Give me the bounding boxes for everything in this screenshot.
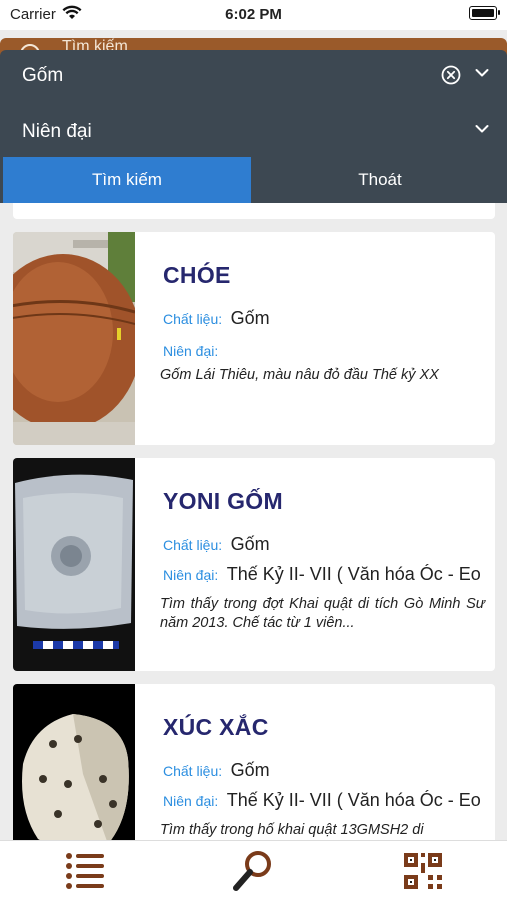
- period-value: Thế Kỷ II- VII ( Văn hóa Óc - Eo: [226, 564, 481, 584]
- item-description: Tìm thấy trong hố khai quật 13GMSH2 di: [160, 822, 424, 838]
- list-item[interactable]: YONI GỐM Chất liệu: Gốm Niên đại: Thế Kỷ…: [13, 458, 495, 671]
- material-row: Chất liệu: Gốm: [163, 308, 493, 329]
- period-filter[interactable]: Niên đại: [0, 106, 507, 156]
- exit-button[interactable]: Thoát: [253, 157, 507, 203]
- period-label: Niên đại:: [163, 343, 219, 359]
- search-icon: [233, 851, 271, 891]
- artifact-list[interactable]: CHÓE Chất liệu: Gốm Niên đại: Gốm Lái Th…: [0, 203, 507, 840]
- material-row: Chất liệu: Gốm: [163, 534, 493, 555]
- clear-circle-icon[interactable]: [441, 65, 461, 85]
- material-label: Chất liệu:: [163, 537, 223, 553]
- tab-list[interactable]: [62, 849, 108, 893]
- period-row: Niên đại:: [163, 340, 493, 361]
- battery-icon: [469, 6, 500, 20]
- period-row: Niên đại: Thế Kỷ II- VII ( Văn hóa Óc - …: [163, 790, 493, 811]
- material-label: Chất liệu:: [163, 763, 223, 779]
- material-filter-value: Gốm: [22, 65, 64, 86]
- item-description: Tìm thấy trong đợt Khai quật di tích Gò …: [160, 596, 485, 631]
- clock: 6:02 PM: [225, 6, 282, 23]
- list-item[interactable]: [13, 203, 495, 219]
- tab-qr[interactable]: [400, 849, 446, 893]
- period-label: Niên đại:: [163, 567, 219, 583]
- artifact-thumbnail: [13, 684, 135, 840]
- period-value: Thế Kỷ II- VII ( Văn hóa Óc - Eo: [226, 790, 481, 810]
- material-value: Gốm: [230, 760, 270, 780]
- tab-search[interactable]: [230, 849, 276, 893]
- period-row: Niên đại: Thế Kỷ II- VII ( Văn hóa Óc - …: [163, 564, 493, 585]
- item-description: Gốm Lái Thiêu, màu nâu đỏ đầu Thế kỷ XX: [160, 367, 439, 383]
- chevron-down-icon[interactable]: [475, 66, 489, 80]
- artifact-thumbnail: [13, 458, 135, 671]
- period-label: Niên đại:: [163, 793, 219, 809]
- material-value: Gốm: [230, 308, 270, 328]
- tab-bar: [0, 840, 507, 901]
- status-bar: Carrier 6:02 PM: [0, 0, 507, 30]
- material-filter[interactable]: Gốm: [0, 50, 507, 100]
- qr-code-icon: [404, 853, 442, 889]
- artifact-thumbnail: [13, 232, 135, 445]
- material-row: Chất liệu: Gốm: [163, 760, 493, 781]
- list-icon: [66, 853, 104, 889]
- item-title: YONI GỐM: [163, 488, 283, 514]
- period-filter-placeholder: Niên đại: [22, 121, 92, 142]
- chevron-down-icon[interactable]: [475, 122, 489, 136]
- item-title: XÚC XẮC: [163, 714, 269, 740]
- filter-panel: Gốm Niên đại Tìm kiếm Thoát: [0, 50, 507, 203]
- search-button[interactable]: Tìm kiếm: [3, 157, 251, 203]
- list-item[interactable]: XÚC XẮC Chất liệu: Gốm Niên đại: Thế Kỷ …: [13, 684, 495, 840]
- item-title: CHÓE: [163, 262, 231, 288]
- material-label: Chất liệu:: [163, 311, 223, 327]
- material-value: Gốm: [230, 534, 270, 554]
- list-item[interactable]: CHÓE Chất liệu: Gốm Niên đại: Gốm Lái Th…: [13, 232, 495, 445]
